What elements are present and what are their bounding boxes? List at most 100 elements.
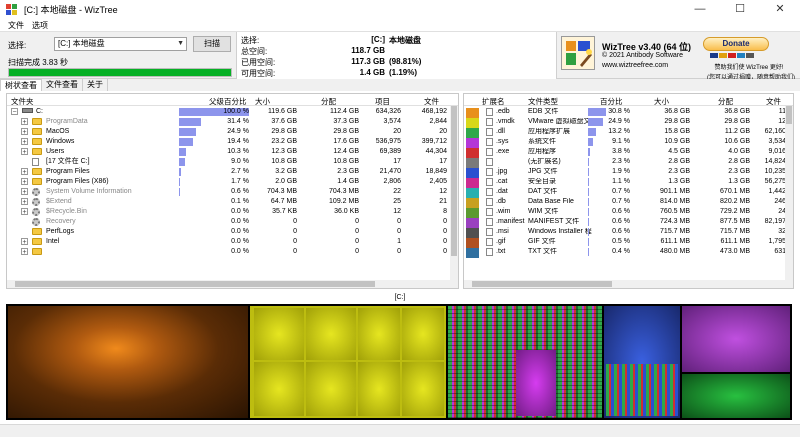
treemap-view[interactable]: [6, 304, 792, 420]
extension-row[interactable]: .manifest MANIFEST 文件 0.6 % 724.3 MB 877.5 M…: [464, 217, 793, 228]
parent-percent: 1.7 %: [231, 178, 249, 185]
parent-percent-bar: [179, 178, 181, 186]
extension-row[interactable]: (无扩展名) 2.3 % 2.8 GB 2.8 GB 14,824: [464, 157, 793, 168]
tab-file-view[interactable]: 文件查看: [42, 79, 83, 91]
extension-row[interactable]: .cat 安全目录 1.1 % 1.3 GB 1.3 GB 56,275: [464, 177, 793, 188]
extension: .jpg: [496, 168, 508, 175]
ext-horizontal-scrollbar[interactable]: [464, 280, 793, 288]
expand-toggle-icon[interactable]: +: [21, 128, 28, 136]
extension-row[interactable]: .vmdk VMware 虚拟磁盘文 24.9 % 29.8 GB 29.8 GB 12: [464, 117, 793, 128]
col-allocated[interactable]: 分配: [321, 96, 336, 107]
col-items[interactable]: 项目: [375, 96, 390, 107]
files: 20: [439, 128, 447, 135]
parent-percent: 0.0 %: [231, 228, 249, 235]
allocated: 10.6 GB: [724, 138, 750, 145]
tree-row[interactable]: + System Volume Information 0.6 % 704.3 MB 7…: [7, 187, 458, 197]
extension-row[interactable]: .wim WIM 文件 0.6 % 760.5 MB 729.2 MB 24: [464, 207, 793, 218]
col-size[interactable]: 大小: [255, 96, 270, 107]
drive-select[interactable]: [C:] 本地磁盘 ▼: [54, 37, 187, 51]
tree-row[interactable]: + MacOS 24.9 % 29.8 GB 29.8 GB 20 20: [7, 127, 458, 137]
tree-row[interactable]: + Windows 19.4 % 23.2 GB 17.6 GB 536,975 399,7…: [7, 137, 458, 147]
col-ext-files[interactable]: 文件: [766, 96, 781, 107]
allocated: 1.3 GB: [728, 178, 750, 185]
files: 1,442: [768, 188, 786, 195]
items: 536,975: [375, 138, 401, 145]
menu-file[interactable]: 文件: [8, 20, 24, 31]
tab-about[interactable]: 关于: [83, 79, 108, 91]
tree-vertical-scrollbar[interactable]: [450, 106, 458, 280]
tree-horizontal-scrollbar[interactable]: [7, 280, 458, 288]
parent-percent-bar: [179, 138, 193, 146]
ext-vertical-scrollbar[interactable]: [785, 106, 793, 280]
menu-options[interactable]: 选项: [32, 20, 48, 31]
expand-toggle-icon[interactable]: +: [21, 148, 28, 156]
tree-row[interactable]: + $Extend 0.1 % 64.7 MB 109.2 MB 25 21: [7, 197, 458, 207]
expand-toggle-icon[interactable]: +: [21, 138, 28, 146]
col-file-type[interactable]: 文件类型: [528, 96, 558, 107]
size: 37.6 GB: [271, 118, 297, 125]
col-ext-size[interactable]: 大小: [654, 96, 669, 107]
tree-row[interactable]: + Program Files (X86) 1.7 % 2.0 GB 1.4 GB 2,8…: [7, 177, 458, 187]
app-website-link[interactable]: www.wiztreefree.com: [602, 62, 668, 69]
drive-icon: [22, 108, 33, 113]
col-percent[interactable]: 百分比: [600, 96, 623, 107]
scan-progress-fill: [9, 69, 231, 76]
treemap-block-root-files[interactable]: [682, 306, 790, 372]
expand-toggle-icon[interactable]: +: [21, 198, 28, 206]
expand-toggle-icon[interactable]: +: [21, 248, 28, 256]
tree-row[interactable]: + Program Files 2.7 % 3.2 GB 2.3 GB 21,470 18,…: [7, 167, 458, 177]
color-swatch: [466, 248, 479, 258]
tree-row[interactable]: + ProgramData 31.4 % 37.6 GB 37.3 GB 3,574 2,8…: [7, 117, 458, 127]
treemap-block-edb[interactable]: [8, 306, 248, 418]
expand-toggle-icon[interactable]: +: [21, 188, 28, 196]
donate-button[interactable]: Donate: [703, 37, 769, 51]
expand-toggle-icon[interactable]: +: [21, 178, 28, 186]
extension-row[interactable]: .dat DAT 文件 0.7 % 901.1 MB 670.1 MB 1,442: [464, 187, 793, 198]
tree-row[interactable]: + Users 10.3 % 12.3 GB 12.4 GB 69,389 44,304: [7, 147, 458, 157]
files: 12: [439, 188, 447, 195]
extension-row[interactable]: .sys 系统文件 9.1 % 10.9 GB 10.6 GB 3,534: [464, 137, 793, 148]
scan-status: 扫描完成 3.83 秒: [8, 58, 69, 67]
size: 0: [293, 218, 297, 225]
expand-toggle-icon[interactable]: −: [11, 108, 18, 116]
expand-toggle-icon[interactable]: +: [21, 168, 28, 176]
percent: 1.9 %: [612, 168, 630, 175]
tree-row[interactable]: PerfLogs 0.0 % 0 0 0 0: [7, 227, 458, 237]
expand-toggle-icon[interactable]: +: [21, 208, 28, 216]
extension-row[interactable]: .exe 应用程序 3.8 % 4.5 GB 4.0 GB 9,016: [464, 147, 793, 158]
extension-row[interactable]: .db Data Base File 0.7 % 814.0 MB 820.2 MB 24…: [464, 197, 793, 208]
col-ext-allocated[interactable]: 分配: [718, 96, 733, 107]
size: 36.8 GB: [664, 108, 690, 115]
status-bar: [0, 424, 800, 437]
tab-tree-view[interactable]: 树状查看: [0, 79, 42, 91]
files: 56,275: [764, 178, 786, 185]
size: 2.8 GB: [668, 158, 690, 165]
extension-row[interactable]: .txt TXT 文件 0.4 % 480.0 MB 473.0 MB 631: [464, 247, 793, 258]
extension-row[interactable]: .edb EDB 文件 30.8 % 36.8 GB 36.8 GB 11: [464, 107, 793, 118]
extension-row[interactable]: .jpg JPG 文件 1.9 % 2.3 GB 2.3 GB 10,235: [464, 167, 793, 178]
maximize-button[interactable]: ☐: [720, 0, 760, 19]
folder-name: Program Files: [46, 168, 90, 175]
col-files[interactable]: 文件: [424, 96, 439, 107]
col-folder[interactable]: 文件夹: [11, 96, 34, 107]
expand-toggle-icon[interactable]: +: [21, 238, 28, 246]
tree-row[interactable]: − C: 100.0 % 119.6 GB 112.4 GB 634,326 468,192: [7, 107, 458, 117]
tree-row[interactable]: + $Recycle.Bin 0.0 % 35.7 KB 36.0 KB 12 8: [7, 207, 458, 217]
extension-row[interactable]: .gif GIF 文件 0.5 % 611.1 MB 611.1 MB 1,795: [464, 237, 793, 248]
percent: 0.7 %: [612, 198, 630, 205]
minimize-button[interactable]: —: [680, 0, 720, 19]
allocated: 704.3 MB: [329, 188, 359, 195]
tree-row[interactable]: + Intel 0.0 % 0 0 1 0: [7, 237, 458, 247]
tree-row[interactable]: Recovery 0.0 % 0 0 0 0: [7, 217, 458, 227]
tree-row[interactable]: [17 文件在 C:] 9.0 % 10.8 GB 10.8 GB 17 17: [7, 157, 458, 167]
tree-row[interactable]: +0.0 % 0 0 0 0: [7, 247, 458, 257]
percent: 3.8 %: [612, 148, 630, 155]
expand-toggle-icon[interactable]: +: [21, 118, 28, 126]
close-button[interactable]: ✕: [760, 0, 800, 19]
col-parent-percent[interactable]: 父级百分比: [209, 96, 247, 107]
size: 0: [293, 228, 297, 235]
extension-row[interactable]: .msi Windows Installer 程 0.6 % 715.7 MB 715.…: [464, 227, 793, 238]
scan-button[interactable]: 扫描: [193, 36, 231, 52]
col-extension[interactable]: 扩展名: [482, 96, 505, 107]
extension-row[interactable]: .dll 应用程序扩展 13.2 % 15.8 GB 11.2 GB 62,160: [464, 127, 793, 138]
